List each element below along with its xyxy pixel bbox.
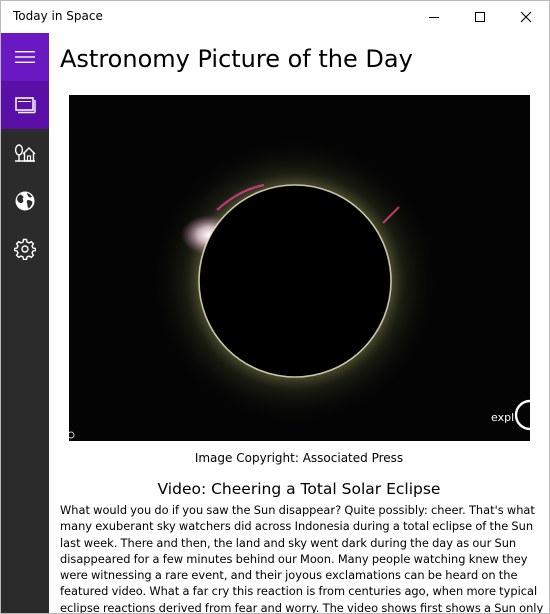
apod-image[interactable]: expl [69,95,530,441]
nav-sidebar [1,33,49,613]
minimize-button[interactable] [411,1,457,33]
nav-item-pictures[interactable] [1,81,49,129]
apod-title: Video: Cheering a Total Solar Eclipse [157,480,441,498]
image-copyright: Image Copyright: Associated Press [194,451,404,465]
nav-item-home[interactable] [1,129,49,177]
maximize-icon [475,12,485,22]
globe-icon [15,191,35,211]
maximize-button[interactable] [457,1,503,33]
hamburger-menu-button[interactable] [1,33,49,81]
pictures-icon [15,97,36,114]
close-button[interactable] [503,1,549,33]
close-icon [520,11,532,23]
minimize-icon [429,17,439,18]
apod-description: What would you do if you saw the Sun dis… [60,503,544,613]
window-title: Today in Space [13,9,103,23]
title-bar: Today in Space [1,1,549,33]
hamburger-icon [15,51,35,63]
page-title: Astronomy Picture of the Day [60,45,413,73]
solar-eclipse-image: expl [69,95,530,441]
image-watermark: expl [491,411,514,424]
gear-icon [14,238,36,260]
nav-item-settings[interactable] [1,225,49,273]
home-tree-icon [14,144,36,162]
nav-item-earth[interactable] [1,177,49,225]
main-content: Astronomy Picture of the Day expl Image … [49,33,549,613]
